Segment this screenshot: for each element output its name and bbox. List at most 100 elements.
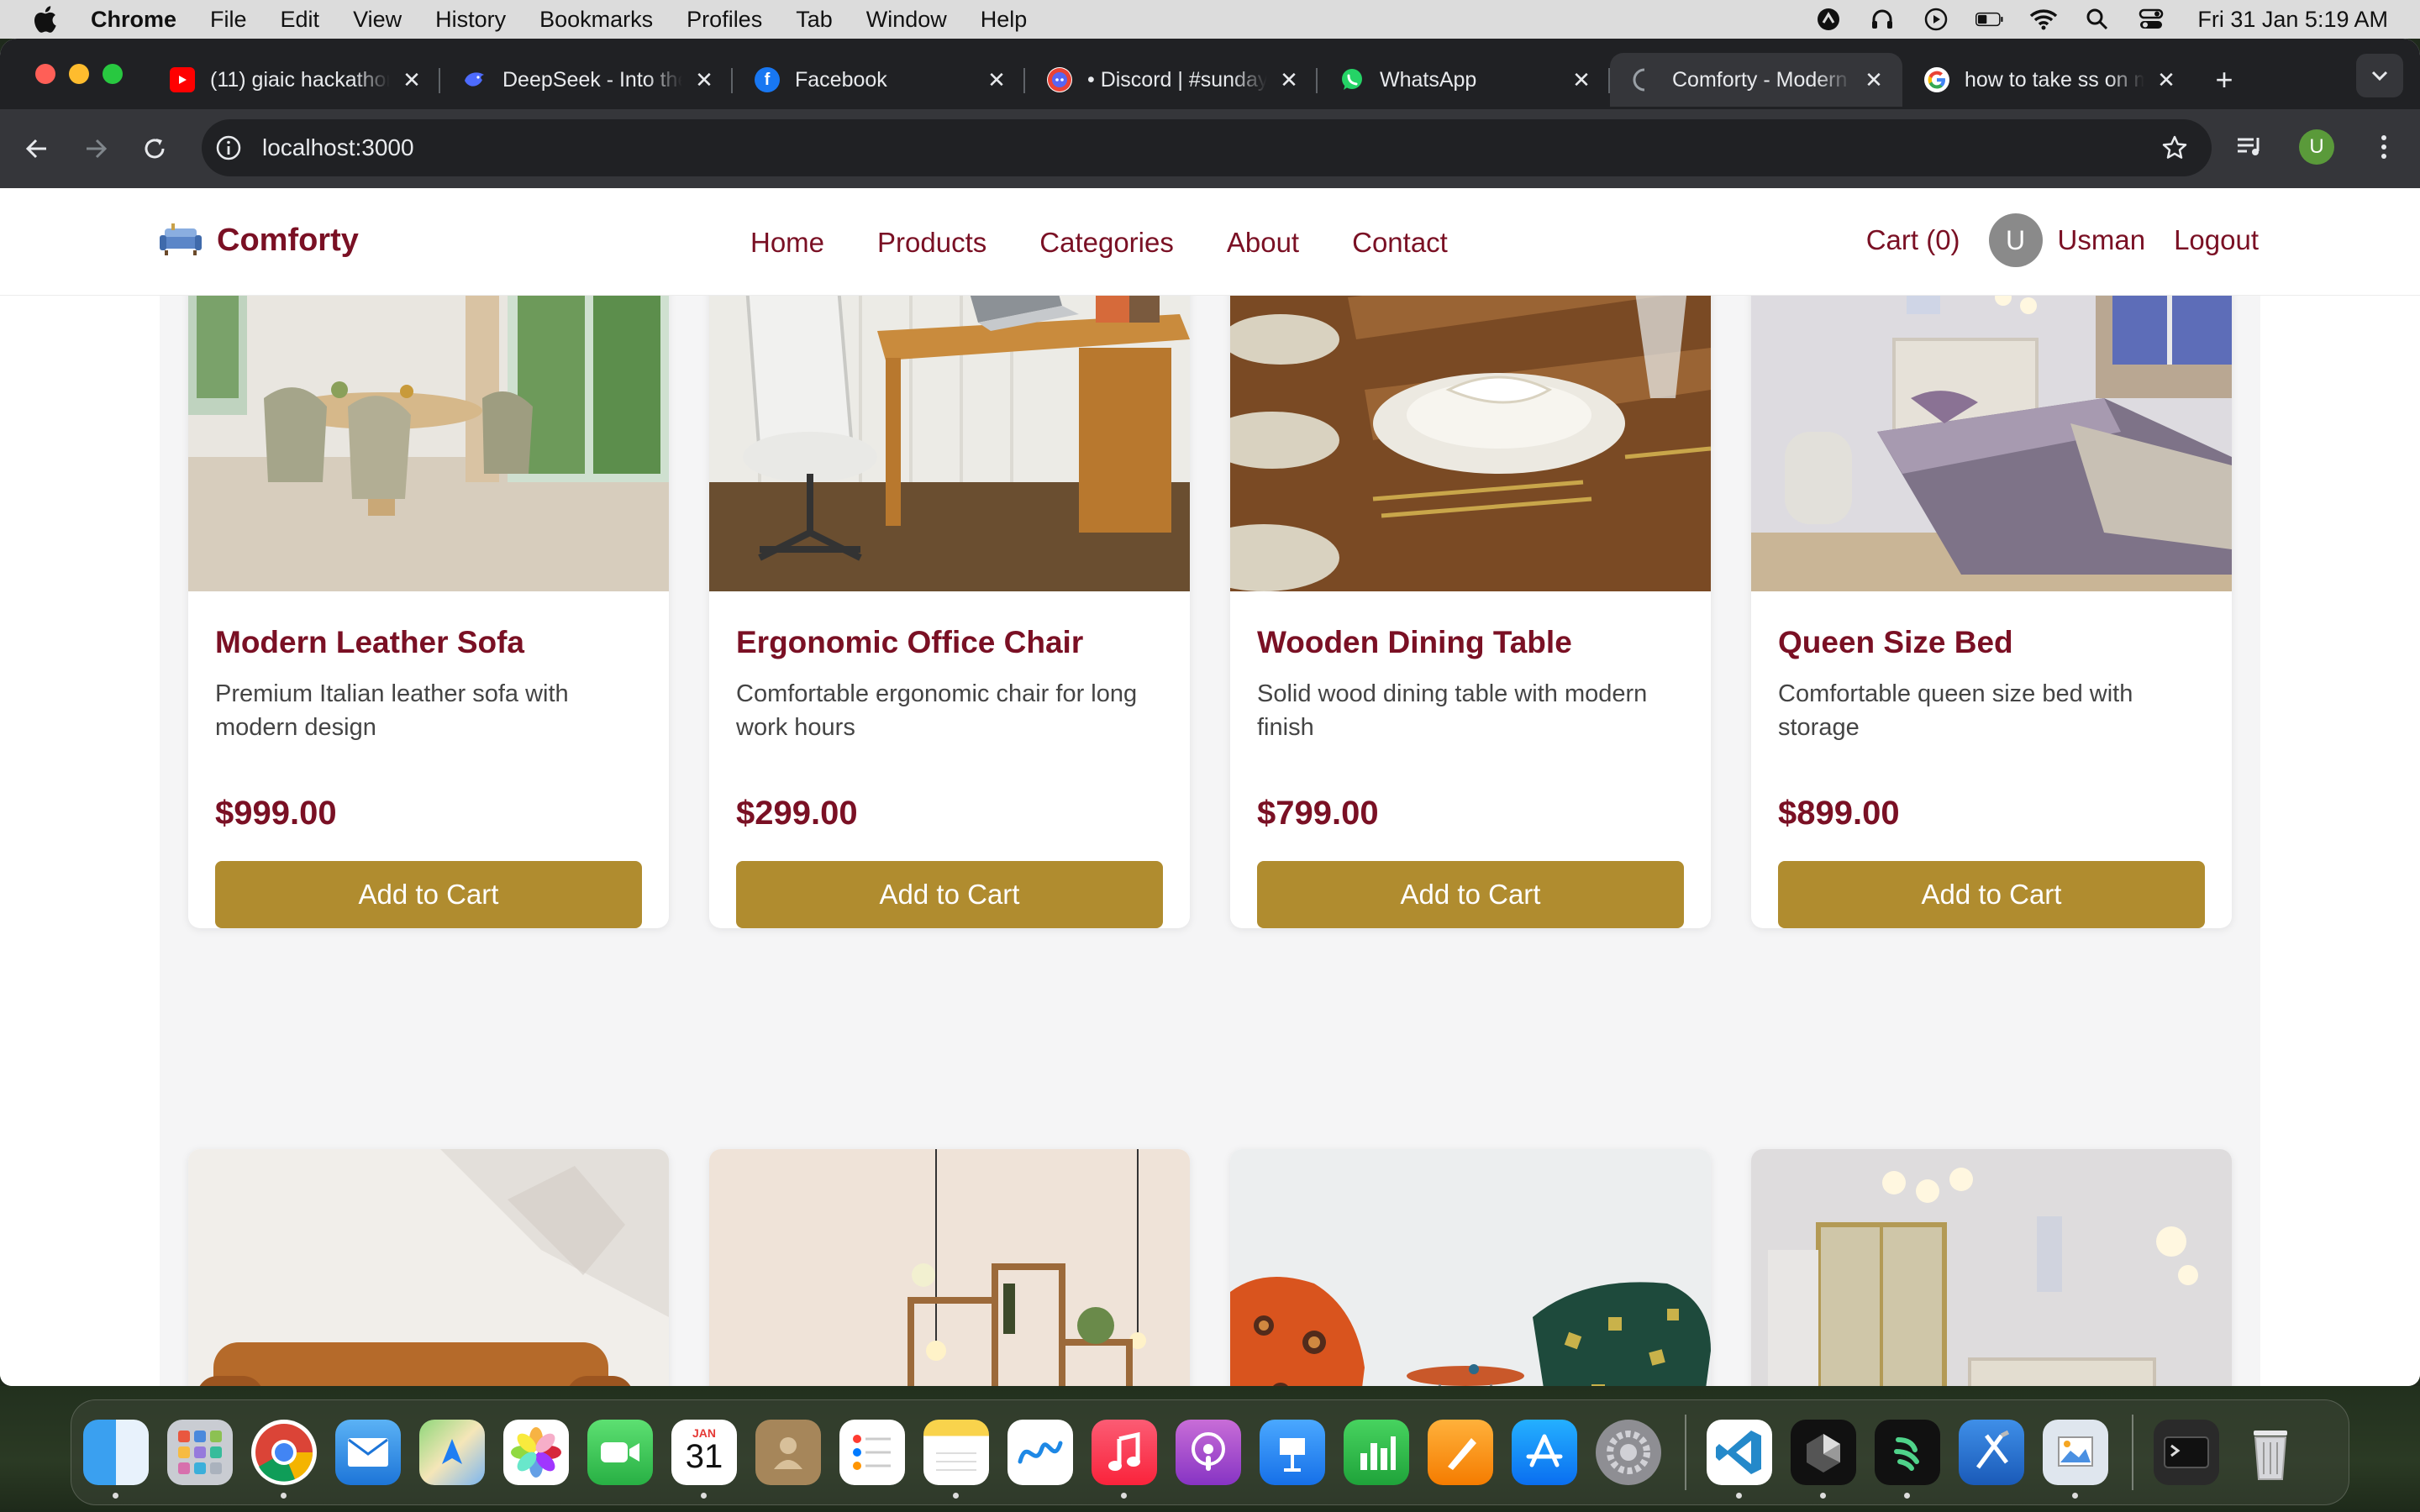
now-playing-icon[interactable] bbox=[1814, 7, 1843, 32]
tab-discord[interactable]: • Discord | #sunday ✕ bbox=[1025, 53, 1318, 107]
terminal-icon[interactable] bbox=[2154, 1420, 2219, 1485]
podcasts-icon[interactable] bbox=[1176, 1420, 1241, 1485]
url-text[interactable]: localhost:3000 bbox=[262, 134, 414, 161]
menu-history[interactable]: History bbox=[435, 7, 506, 33]
dock-divider bbox=[1685, 1415, 1686, 1490]
maps-icon[interactable] bbox=[419, 1420, 485, 1485]
add-to-cart-button[interactable]: Add to Cart bbox=[1778, 861, 2205, 928]
back-button[interactable] bbox=[18, 130, 55, 167]
chrome-icon[interactable] bbox=[251, 1420, 317, 1499]
tab-search-button[interactable] bbox=[2356, 54, 2403, 97]
close-window-button[interactable] bbox=[35, 64, 55, 84]
product-name[interactable]: Modern Leather Sofa bbox=[215, 625, 642, 660]
new-tab-button[interactable]: + bbox=[2205, 60, 2244, 99]
spotlight-search-icon[interactable] bbox=[2083, 7, 2112, 32]
calendar-icon[interactable]: JAN 31 bbox=[671, 1420, 737, 1499]
launchpad-icon[interactable] bbox=[167, 1420, 233, 1485]
wifi-icon[interactable] bbox=[2029, 7, 2058, 32]
nav-categories[interactable]: Categories bbox=[1039, 227, 1174, 259]
vscode-icon[interactable] bbox=[1707, 1420, 1772, 1499]
keynote-icon[interactable] bbox=[1260, 1420, 1325, 1485]
headphones-icon[interactable] bbox=[1868, 7, 1897, 32]
menu-view[interactable]: View bbox=[353, 7, 402, 33]
facetime-icon[interactable] bbox=[587, 1420, 653, 1485]
nav-contact[interactable]: Contact bbox=[1352, 227, 1448, 259]
menubar-clock[interactable]: Fri 31 Jan 5:19 AM bbox=[2197, 7, 2388, 33]
numbers-icon[interactable] bbox=[1344, 1420, 1409, 1485]
add-to-cart-button[interactable]: Add to Cart bbox=[1257, 861, 1684, 928]
menu-edit[interactable]: Edit bbox=[281, 7, 320, 33]
product-image-leather-couch[interactable] bbox=[188, 1149, 669, 1386]
close-tab-icon[interactable]: ✕ bbox=[2154, 67, 2178, 92]
nav-home[interactable]: Home bbox=[750, 227, 824, 259]
tab-facebook[interactable]: f Facebook ✕ bbox=[733, 53, 1025, 107]
notes-icon[interactable] bbox=[923, 1420, 989, 1499]
product-image-bedroom-mirror[interactable] bbox=[1751, 1149, 2232, 1386]
add-to-cart-button[interactable]: Add to Cart bbox=[215, 861, 642, 928]
finder-icon[interactable] bbox=[83, 1420, 149, 1499]
address-bar[interactable]: localhost:3000 bbox=[202, 119, 2212, 176]
brand-name[interactable]: Comforty bbox=[217, 223, 359, 259]
app-store-icon[interactable] bbox=[1512, 1420, 1577, 1485]
mail-icon[interactable] bbox=[335, 1420, 401, 1485]
preview-icon[interactable] bbox=[2043, 1420, 2108, 1499]
bookmark-star-icon[interactable] bbox=[2160, 133, 2190, 163]
user-name[interactable]: Usman bbox=[2058, 224, 2146, 256]
product-name[interactable]: Ergonomic Office Chair bbox=[736, 625, 1163, 660]
tab-google[interactable]: how to take ss on mac ✕ bbox=[1902, 53, 2195, 107]
menu-profiles[interactable]: Profiles bbox=[687, 7, 762, 33]
forward-button[interactable] bbox=[77, 130, 114, 167]
close-tab-icon[interactable]: ✕ bbox=[985, 67, 1008, 92]
menu-file[interactable]: File bbox=[210, 7, 247, 33]
logout-link[interactable]: Logout bbox=[2174, 224, 2259, 256]
menu-window[interactable]: Window bbox=[866, 7, 947, 33]
running-indicator bbox=[1820, 1493, 1826, 1499]
trash-icon[interactable] bbox=[2238, 1420, 2303, 1485]
cart-link[interactable]: Cart (0) bbox=[1866, 224, 1960, 256]
sanity-icon[interactable] bbox=[1875, 1420, 1940, 1499]
reload-button[interactable] bbox=[136, 130, 173, 167]
more-menu-icon[interactable] bbox=[2365, 128, 2403, 166]
close-tab-icon[interactable]: ✕ bbox=[1277, 67, 1301, 92]
close-tab-icon[interactable]: ✕ bbox=[692, 67, 716, 92]
reminders-icon[interactable] bbox=[839, 1420, 905, 1485]
media-controls-icon[interactable] bbox=[2230, 128, 2269, 166]
nav-products[interactable]: Products bbox=[877, 227, 986, 259]
tab-whatsapp[interactable]: WhatsApp ✕ bbox=[1318, 53, 1610, 107]
contacts-icon[interactable] bbox=[755, 1420, 821, 1485]
battery-icon[interactable] bbox=[1975, 7, 2004, 32]
xcode-icon[interactable] bbox=[1959, 1420, 2024, 1485]
close-tab-icon[interactable]: ✕ bbox=[1862, 67, 1886, 92]
freeform-icon[interactable] bbox=[1007, 1420, 1073, 1485]
add-to-cart-button[interactable]: Add to Cart bbox=[736, 861, 1163, 928]
product-image-wall-shelf[interactable] bbox=[709, 1149, 1190, 1386]
zoom-window-button[interactable] bbox=[103, 64, 123, 84]
close-tab-icon[interactable]: ✕ bbox=[1570, 67, 1593, 92]
profile-avatar[interactable]: U bbox=[2299, 129, 2334, 165]
menu-bookmarks[interactable]: Bookmarks bbox=[539, 7, 653, 33]
nav-about[interactable]: About bbox=[1227, 227, 1299, 259]
system-settings-icon[interactable] bbox=[1596, 1420, 1661, 1485]
menu-help[interactable]: Help bbox=[981, 7, 1028, 33]
photos-icon[interactable] bbox=[503, 1420, 569, 1485]
minimize-window-button[interactable] bbox=[69, 64, 89, 84]
product-name[interactable]: Queen Size Bed bbox=[1778, 625, 2205, 660]
music-icon[interactable] bbox=[1092, 1420, 1157, 1499]
control-center-icon[interactable] bbox=[2137, 7, 2165, 32]
user-avatar[interactable]: U bbox=[1988, 213, 2043, 267]
pages-icon[interactable] bbox=[1428, 1420, 1493, 1485]
site-info-icon[interactable] bbox=[213, 133, 244, 163]
brand[interactable]: Comforty bbox=[160, 222, 359, 259]
play-circle-icon[interactable] bbox=[1922, 7, 1950, 32]
product-card bbox=[188, 1149, 669, 1386]
apple-logo-icon[interactable] bbox=[32, 4, 60, 34]
tab-comforty[interactable]: Comforty - Modern Furniture ✕ bbox=[1610, 53, 1902, 107]
close-tab-icon[interactable]: ✕ bbox=[400, 67, 424, 92]
menu-tab[interactable]: Tab bbox=[796, 7, 833, 33]
tab-deepseek[interactable]: DeepSeek - Into the Unknown ✕ bbox=[440, 53, 733, 107]
tab-youtube[interactable]: (11) giaic hackathon ✕ bbox=[148, 53, 440, 107]
product-image-patterned-chairs[interactable] bbox=[1230, 1149, 1711, 1386]
menu-app-name[interactable]: Chrome bbox=[91, 7, 176, 33]
product-name[interactable]: Wooden Dining Table bbox=[1257, 625, 1684, 660]
cursor-icon[interactable] bbox=[1791, 1420, 1856, 1499]
